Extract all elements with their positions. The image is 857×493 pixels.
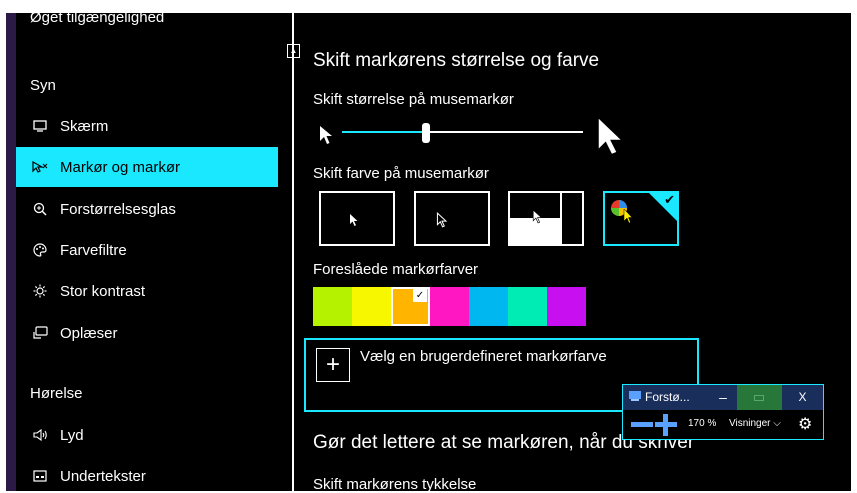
small-cursor-icon xyxy=(320,126,332,144)
maximize-icon xyxy=(754,395,764,401)
maximize-button[interactable] xyxy=(737,385,782,410)
sidebar-item-color-filters[interactable]: Farvefiltre xyxy=(16,230,278,270)
plus-icon: + xyxy=(316,348,350,382)
captions-icon xyxy=(30,470,50,482)
zoom-level: 170 % xyxy=(688,418,717,429)
color-swatch[interactable] xyxy=(469,287,508,326)
custom-color-label: Vælg en brugerdefineret markørfarve xyxy=(360,348,607,365)
sidebar-item-label: Forstørrelsesglas xyxy=(60,200,176,218)
color-wheel-cursor-icon xyxy=(611,200,633,224)
color-swatch[interactable] xyxy=(508,287,547,326)
cursor-pointer-icon xyxy=(30,160,50,174)
minimize-button[interactable]: – xyxy=(709,385,737,410)
magnifier-window[interactable]: Forstø... – X 170 % Visninger ⌵ ⚙ xyxy=(622,384,824,440)
palette-icon xyxy=(30,243,50,257)
magnifier-app-icon xyxy=(629,391,641,401)
slider-thumb[interactable] xyxy=(422,123,430,143)
sidebar-item-label: Oplæser xyxy=(60,324,118,342)
zoom-out-icon[interactable] xyxy=(631,422,653,427)
section-heading-vision: Syn xyxy=(30,77,56,94)
magnifier-titlebar[interactable]: Forstø... – X xyxy=(623,385,823,410)
window-edge xyxy=(6,13,16,491)
slider-fill xyxy=(342,131,426,133)
page-title: Skift markørens størrelse og farve xyxy=(313,50,600,71)
size-label: Skift størrelse på musemarkør xyxy=(313,91,514,108)
color-swatch[interactable] xyxy=(430,287,469,326)
sidebar-item-label: Stor kontrast xyxy=(60,282,146,300)
narrator-icon xyxy=(30,326,50,340)
close-button[interactable]: X xyxy=(782,385,823,410)
sidebar-item-narrator[interactable]: Oplæser xyxy=(16,313,278,353)
color-option-white[interactable] xyxy=(319,191,395,246)
sidebar-item-magnifier[interactable]: Forstørrelsesglas xyxy=(16,189,278,229)
suggested-colors-label: Foreslåede markørfarver xyxy=(313,261,479,278)
color-option-inverted[interactable] xyxy=(508,191,584,246)
color-swatch[interactable] xyxy=(547,287,586,326)
large-cursor-icon xyxy=(598,118,621,154)
color-option-black[interactable] xyxy=(414,191,490,246)
inverted-cursor-icon xyxy=(532,209,543,224)
speaker-icon xyxy=(30,429,50,441)
chevron-down-icon: ⌵ xyxy=(773,418,781,429)
magnifier-title: Forstø... xyxy=(645,390,690,404)
monitor-icon xyxy=(30,120,50,132)
white-cursor-icon xyxy=(350,214,358,226)
zoom-in-icon[interactable] xyxy=(655,414,677,436)
cursor-size-slider[interactable] xyxy=(342,131,583,133)
sidebar-item-label: Farvefiltre xyxy=(60,241,127,259)
views-dropdown[interactable]: Visninger ⌵ xyxy=(729,418,781,429)
magnifier-icon xyxy=(30,202,50,216)
sidebar-item-screen[interactable]: Skærm xyxy=(16,106,278,146)
sidebar-item-label: Lyd xyxy=(60,426,84,444)
sidebar-item-captions[interactable]: Undertekster xyxy=(16,456,278,491)
color-swatch[interactable]: ✓ xyxy=(391,287,430,326)
sidebar-item-label: Markør og markør xyxy=(60,158,180,176)
sun-icon xyxy=(30,284,50,298)
sidebar-item-label: Undertekster xyxy=(60,467,146,485)
sidebar-item-label: Skærm xyxy=(60,117,109,135)
suggested-colors-row: ✓ xyxy=(313,287,586,326)
black-cursor-icon xyxy=(436,212,448,228)
sidebar-item-high-contrast[interactable]: Stor kontrast xyxy=(16,271,278,311)
sidebar-item-cursor[interactable]: Markør og markør xyxy=(16,147,278,187)
color-swatch[interactable] xyxy=(313,287,352,326)
sidebar-title: Øget tilgængelighed xyxy=(30,13,165,26)
color-swatch[interactable] xyxy=(352,287,391,326)
sidebar: Øget tilgængelighed Syn Skærm Markør og … xyxy=(16,13,302,491)
color-label: Skift farve på musemarkør xyxy=(313,165,489,182)
section-heading-hearing: Hørelse xyxy=(30,385,83,402)
thickness-label: Skift markørens tykkelse xyxy=(313,476,477,491)
checkmark-icon: ✔ xyxy=(664,192,675,207)
magnifier-toolbar: 170 % Visninger ⌵ ⚙ xyxy=(623,410,823,439)
checkmark-icon: ✓ xyxy=(413,289,427,302)
color-option-custom[interactable]: ✔ xyxy=(603,191,679,246)
sidebar-item-audio[interactable]: Lyd xyxy=(16,415,278,455)
gear-icon[interactable]: ⚙ xyxy=(798,414,812,434)
